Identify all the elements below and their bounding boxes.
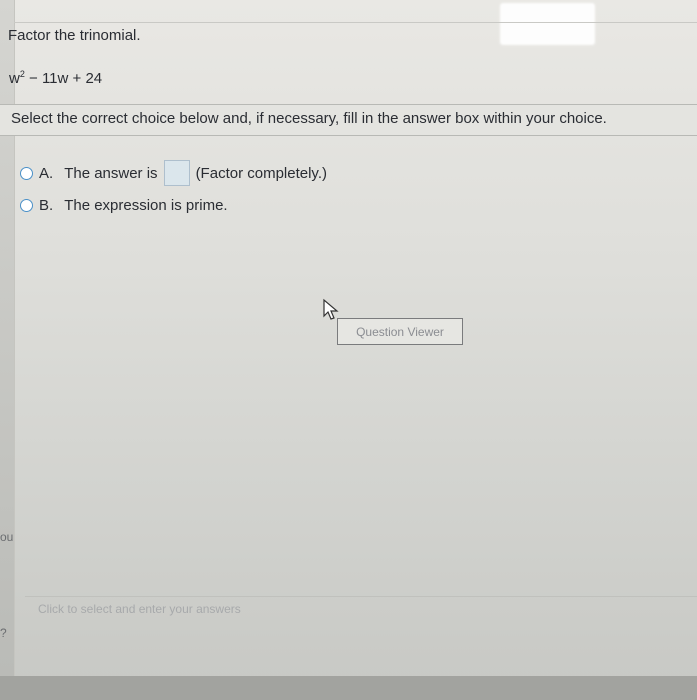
question-title: Factor the trinomial. [8,27,141,44]
answer-input-box[interactable] [163,160,190,186]
screen-glare [500,3,595,45]
choice-a-text: The answer is [64,164,158,182]
choice-b-letter: B. [39,197,54,214]
bottom-bar [0,676,697,700]
trinomial-expression: w2 − 11w + 24 [9,69,102,87]
choice-a-letter: A. [39,164,54,182]
choice-a-note: (Factor completely.) [195,164,327,182]
choice-a[interactable]: A. The answer is (Factor completely.) [20,160,327,186]
choice-b[interactable]: B. The expression is prime. [20,197,228,214]
expression-base: w [9,70,20,87]
instruction-text: Select the correct choice below and, if … [11,110,607,127]
choice-b-text: The expression is prime. [64,197,228,214]
divider [14,22,697,23]
radio-icon[interactable] [20,166,33,180]
expression-rest: − 11w + 24 [24,70,103,87]
radio-icon[interactable] [20,199,33,212]
question-viewer-button[interactable]: Question Viewer [337,318,463,345]
question-panel: Factor the trinomial. w2 − 11w + 24 Sele… [0,0,697,700]
hint-text: Click to select and enter your answers [38,602,241,616]
